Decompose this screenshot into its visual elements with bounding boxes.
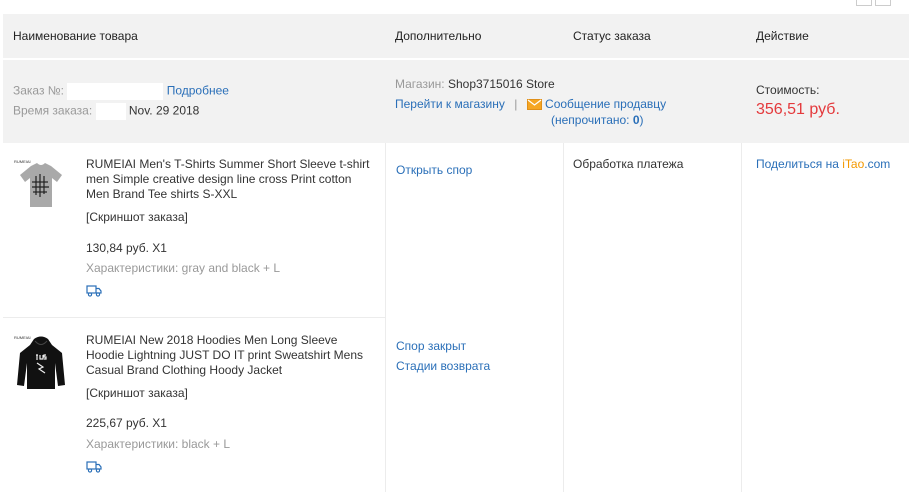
order-time-row: Время заказа: Nov. 29 2018 xyxy=(13,103,199,120)
product-thumb-tshirt[interactable]: RUMEIAI xyxy=(12,157,70,215)
item-properties: Характеристики: gray and black + L xyxy=(86,261,281,275)
header-status: Статус заказа xyxy=(573,29,651,43)
tshirt-image xyxy=(20,163,62,207)
thumb-brand: RUMEIAI xyxy=(14,159,31,164)
table-header: Наименование товара Дополнительно Статус… xyxy=(3,14,909,58)
share-link[interactable]: Поделиться на xyxy=(756,157,842,171)
item-price: 225,67 руб. X1 xyxy=(86,416,167,430)
order-screenshot-link[interactable]: [Скриншот заказа] xyxy=(86,210,188,224)
details-link[interactable]: Подробнее xyxy=(167,84,229,98)
expand-icon[interactable] xyxy=(875,0,891,6)
thumb-brand: RUMEIAI xyxy=(14,335,31,340)
header-product: Наименование товара xyxy=(13,29,138,43)
collapse-icon[interactable] xyxy=(856,0,872,6)
product-title[interactable]: RUMEIAI New 2018 Hoodies Men Long Sleeve… xyxy=(86,333,381,378)
separator: | xyxy=(514,97,518,111)
order-number-row: Заказ №: Подробнее xyxy=(13,83,229,100)
product-title-line: RUMEIAI Men's T-Shirts Summer Short Slee… xyxy=(86,157,370,171)
order-screenshot-link[interactable]: [Скриншот заказа] xyxy=(86,386,188,400)
product-thumb-hoodie[interactable]: RUMEIAI xyxy=(12,333,70,391)
unread-count[interactable]: 0 xyxy=(633,113,640,127)
truck-icon[interactable] xyxy=(86,285,102,300)
column-divider xyxy=(385,143,386,492)
product-title-line: Casual Brand Clothing Hoody Jacket xyxy=(86,363,283,377)
window-controls xyxy=(856,0,891,6)
unread-prefix[interactable]: (непрочитано: xyxy=(551,113,633,127)
order-number-mask xyxy=(67,83,164,100)
order-time-mask xyxy=(95,103,126,120)
unread-row: (непрочитано: 0) xyxy=(551,113,644,127)
share-row: Поделиться на iTao.com xyxy=(756,157,890,171)
truck-icon[interactable] xyxy=(86,461,102,476)
hoodie-image xyxy=(17,336,65,389)
message-seller-link[interactable]: Сообщение продавцу xyxy=(545,97,666,111)
product-title-line: Hoodie Lightning JUST DO IT print Sweats… xyxy=(86,348,364,362)
product-title-line: RUMEIAI New 2018 Hoodies Men Long Sleeve xyxy=(86,333,338,347)
item-properties: Характеристики: black + L xyxy=(86,437,231,451)
header-action: Действие xyxy=(756,29,809,43)
unread-suffix[interactable]: ) xyxy=(640,113,644,127)
return-stages-link[interactable]: Стадии возврата xyxy=(396,359,490,373)
order-number-label: Заказ №: xyxy=(13,83,65,98)
store-name: Shop3715016 Store xyxy=(447,77,555,91)
store-row: Магазин: Shop3715016 Store xyxy=(395,77,555,91)
share-brand-com[interactable]: .com xyxy=(864,157,890,171)
store-label: Магазин: xyxy=(395,77,445,91)
mail-icon xyxy=(526,99,542,113)
store-links-row: Перейти к магазину | Сообщение продавцу xyxy=(395,97,666,113)
column-divider xyxy=(741,143,742,492)
product-title-line: men Simple creative design line cross Pr… xyxy=(86,172,352,186)
order-date: Nov. 29 2018 xyxy=(128,103,200,118)
share-brand-itao[interactable]: iTao xyxy=(842,157,864,171)
cost-label: Стоимость: xyxy=(756,83,820,97)
row-divider xyxy=(3,317,385,318)
order-time-label: Время заказа: xyxy=(13,103,93,118)
goto-store-link[interactable]: Перейти к магазину xyxy=(395,97,505,111)
product-title-line: Men Brand Tee shirts S-XXL xyxy=(86,187,238,201)
item-price: 130,84 руб. X1 xyxy=(86,241,167,255)
product-title[interactable]: RUMEIAI Men's T-Shirts Summer Short Slee… xyxy=(86,157,381,202)
order-info: Заказ №: Подробнее Время заказа: Nov. 29… xyxy=(3,60,909,143)
column-divider xyxy=(563,143,564,492)
order-status: Обработка платежа xyxy=(573,157,684,171)
open-dispute-link[interactable]: Открыть спор xyxy=(396,163,472,177)
header-extra: Дополнительно xyxy=(395,29,482,43)
cost-value: 356,51 руб. xyxy=(756,101,840,118)
dispute-closed-link[interactable]: Спор закрыт xyxy=(396,339,466,353)
